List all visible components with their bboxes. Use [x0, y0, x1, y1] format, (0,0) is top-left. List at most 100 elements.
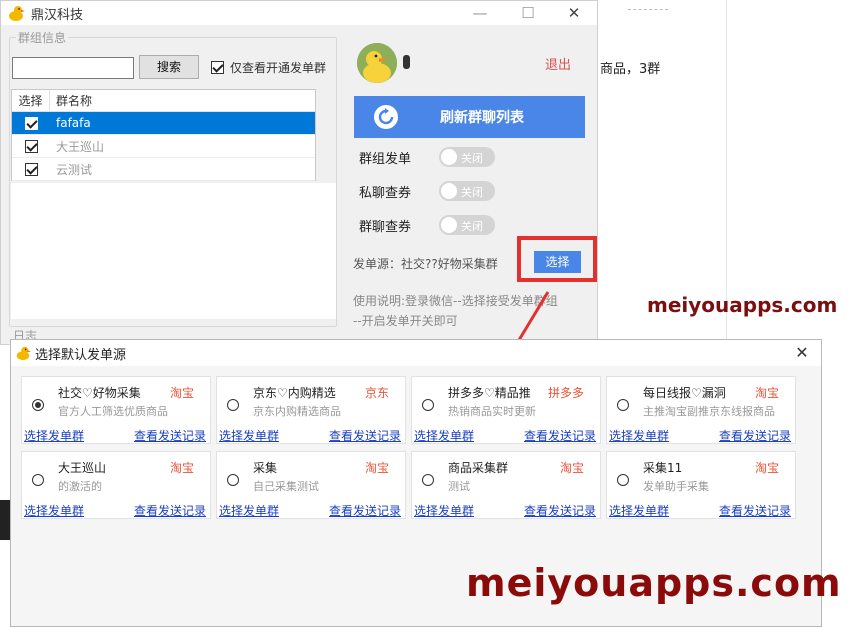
source-name: 大王巡山	[58, 461, 107, 475]
source-radio[interactable]	[227, 474, 239, 486]
view-records-link[interactable]: 查看发送记录	[524, 427, 596, 444]
source-platform: 淘宝	[754, 386, 779, 400]
source-radio[interactable]	[227, 399, 239, 411]
source-desc: 主推淘宝副推京东线报商品	[643, 405, 775, 418]
view-records-link[interactable]: 查看发送记录	[134, 427, 206, 444]
source-desc: 测试	[448, 480, 470, 493]
source-desc: 的激活的	[58, 480, 102, 493]
group-table: 选择 群名称 fafafa 大王巡山 云测试	[11, 89, 316, 181]
view-records-link[interactable]: 查看发送记录	[719, 427, 791, 444]
choose-source-button[interactable]: 选择	[534, 251, 581, 273]
group-name: 云测试	[56, 162, 93, 177]
view-records-link[interactable]: 查看发送记录	[524, 502, 596, 519]
logout-link[interactable]: 退出	[545, 54, 571, 73]
column-header-select[interactable]: 选择	[12, 90, 50, 111]
select-group-link[interactable]: 选择发单群	[219, 502, 279, 519]
source-platform: 拼多多	[547, 386, 584, 400]
row-checkbox[interactable]	[24, 116, 38, 130]
select-group-link[interactable]: 选择发单群	[24, 502, 84, 519]
select-group-link[interactable]: 选择发单群	[414, 427, 474, 444]
source-name: 拼多多♡精品推	[448, 386, 531, 400]
table-row[interactable]: 云测试	[12, 158, 315, 181]
source-card[interactable]: 拼多多♡精品推 拼多多 热销商品实时更新 选择发单群 查看发送记录	[411, 376, 601, 444]
only-open-checkbox[interactable]	[211, 61, 224, 74]
watermark-small: meiyouapps.com	[647, 293, 838, 317]
view-records-link[interactable]: 查看发送记录	[329, 502, 401, 519]
refresh-group-list-button[interactable]: 刷新群聊列表	[354, 96, 585, 138]
select-group-link[interactable]: 选择发单群	[219, 427, 279, 444]
dialog-title-bar: 选择默认发单源 ✕	[11, 340, 821, 366]
search-button[interactable]: 搜索	[139, 55, 199, 79]
dialog-close-button[interactable]: ✕	[789, 340, 815, 366]
source-card[interactable]: 采集11 淘宝 发单助手采集 选择发单群 查看发送记录	[606, 451, 796, 519]
usage-line: 使用说明:登录微信--选择接受发单群组	[353, 294, 558, 308]
view-records-link[interactable]: 查看发送记录	[134, 502, 206, 519]
source-radio[interactable]	[32, 399, 44, 411]
column-header-name[interactable]: 群名称	[50, 90, 92, 111]
source-desc: 官方人工筛选优质商品	[58, 405, 168, 418]
title-bar: 鼎汉科技 — ☐ ✕	[1, 1, 597, 25]
source-card[interactable]: 大王巡山 淘宝 的激活的 选择发单群 查看发送记录	[21, 451, 211, 519]
source-card[interactable]: 采集 淘宝 自己采集测试 选择发单群 查看发送记录	[216, 451, 406, 519]
source-platform: 淘宝	[559, 461, 584, 475]
usage-line: --开启发单开关即可	[353, 314, 458, 328]
dialog-title: 选择默认发单源	[35, 347, 127, 363]
source-name: 京东♡内购精选	[253, 386, 336, 400]
source-radio[interactable]	[617, 474, 629, 486]
background-text: 商品，3群	[600, 62, 661, 77]
source-name: 每日线报♡漏洞	[643, 386, 726, 400]
maximize-button[interactable]: ☐	[505, 1, 551, 25]
source-radio[interactable]	[617, 399, 629, 411]
source-radio[interactable]	[422, 474, 434, 486]
source-card[interactable]: 每日线报♡漏洞 淘宝 主推淘宝副推京东线报商品 选择发单群 查看发送记录	[606, 376, 796, 444]
watermark-large: meiyouapps.com	[466, 561, 842, 605]
close-button[interactable]: ✕	[551, 1, 597, 25]
group-table-header: 选择 群名称	[12, 90, 315, 112]
select-group-link[interactable]: 选择发单群	[414, 502, 474, 519]
source-card[interactable]: 商品采集群 淘宝 测试 选择发单群 查看发送记录	[411, 451, 601, 519]
source-platform: 淘宝	[169, 461, 194, 475]
refresh-button-label: 刷新群聊列表	[440, 110, 524, 126]
toggle-label: 群聊查券	[359, 219, 412, 235]
background-block	[0, 500, 10, 540]
main-window: 鼎汉科技 — ☐ ✕ 群组信息 搜索 仅查看开通发单群 选择 群名称 fafaf…	[0, 0, 598, 345]
toggle-row-private-coupon: 私聊查券 关闭	[359, 181, 495, 201]
source-line: 发单源：社交??好物采集群	[353, 255, 498, 272]
view-records-link[interactable]: 查看发送记录	[329, 427, 401, 444]
row-checkbox[interactable]	[24, 162, 38, 176]
source-platform: 淘宝	[754, 461, 779, 475]
source-card[interactable]: 社交♡好物采集 淘宝 官方人工筛选优质商品 选择发单群 查看发送记录	[21, 376, 211, 444]
source-name: 商品采集群	[448, 461, 509, 475]
refresh-icon	[374, 105, 398, 129]
table-row[interactable]: 大王巡山	[12, 135, 315, 158]
group-post-toggle[interactable]: 关闭	[439, 147, 495, 167]
group-coupon-toggle[interactable]: 关闭	[439, 215, 495, 235]
status-badge	[403, 55, 410, 69]
source-radio[interactable]	[32, 474, 44, 486]
group-list-blank-area	[11, 183, 336, 319]
source-platform: 淘宝	[364, 461, 389, 475]
view-records-link[interactable]: 查看发送记录	[719, 502, 791, 519]
search-input[interactable]	[12, 57, 134, 79]
private-coupon-toggle[interactable]: 关闭	[439, 181, 495, 201]
source-card[interactable]: 京东♡内购精选 京东 京东内购精选商品 选择发单群 查看发送记录	[216, 376, 406, 444]
source-name: 采集11	[643, 461, 683, 475]
select-group-link[interactable]: 选择发单群	[24, 427, 84, 444]
duck-avatar-icon	[357, 43, 397, 83]
usage-instructions: 使用说明:登录微信--选择接受发单群组 --开启发单开关即可	[353, 291, 593, 331]
toggle-row-group-coupon: 群聊查券 关闭	[359, 215, 495, 235]
source-desc: 自己采集测试	[253, 480, 319, 493]
toggle-label: 群组发单	[359, 151, 412, 167]
only-open-checkbox-group[interactable]: 仅查看开通发单群	[211, 59, 326, 76]
source-label: 发单源：	[353, 257, 402, 271]
table-row[interactable]: fafafa	[12, 112, 315, 135]
row-checkbox[interactable]	[24, 139, 38, 153]
minimize-button[interactable]: —	[457, 1, 503, 25]
duck-logo-icon	[16, 346, 31, 361]
source-desc: 发单助手采集	[643, 480, 709, 493]
select-group-link[interactable]: 选择发单群	[609, 427, 669, 444]
window-title: 鼎汉科技	[31, 7, 84, 23]
source-name: 采集	[253, 461, 278, 475]
select-group-link[interactable]: 选择发单群	[609, 502, 669, 519]
source-radio[interactable]	[422, 399, 434, 411]
